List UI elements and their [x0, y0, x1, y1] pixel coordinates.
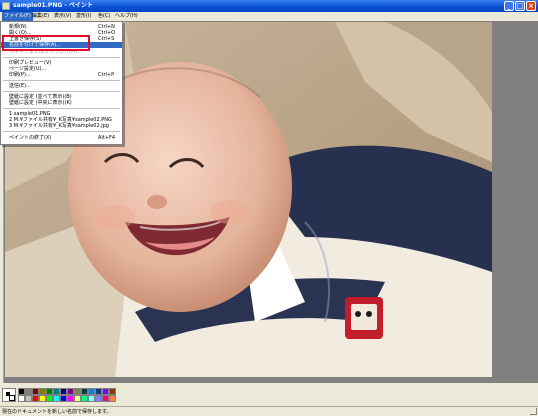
- current-colors[interactable]: [2, 388, 16, 402]
- color-swatch[interactable]: [109, 388, 116, 395]
- menu-file[interactable]: ファイル(F): [2, 12, 33, 21]
- color-swatch[interactable]: [95, 395, 102, 402]
- color-swatch[interactable]: [109, 395, 116, 402]
- menu-edit[interactable]: 編集(E): [30, 12, 51, 21]
- color-swatch[interactable]: [95, 388, 102, 395]
- menu-bar: ファイル(F) 編集(E) 表示(V) 変形(I) 色(C) ヘルプ(H): [0, 12, 538, 21]
- color-swatch[interactable]: [46, 388, 53, 395]
- menu-item-print[interactable]: 印刷(P)... Ctrl+P: [1, 72, 122, 78]
- color-swatch[interactable]: [60, 395, 67, 402]
- status-bar: 現在のドキュメントを新しい名前で保存します。: [0, 406, 538, 416]
- color-swatches: [18, 388, 128, 402]
- color-swatch[interactable]: [81, 395, 88, 402]
- title-bar[interactable]: sample01.PNG - ペイント _ □ ×: [0, 0, 538, 12]
- color-swatch[interactable]: [53, 395, 60, 402]
- annotation-highlight-box: [2, 35, 90, 51]
- menu-colors[interactable]: 色(C): [96, 12, 112, 21]
- background-color[interactable]: [9, 395, 15, 401]
- menu-help[interactable]: ヘルプ(H): [113, 12, 140, 21]
- color-swatch[interactable]: [74, 388, 81, 395]
- color-swatch[interactable]: [60, 388, 67, 395]
- color-swatch[interactable]: [25, 388, 32, 395]
- menu-image[interactable]: 変形(I): [74, 12, 93, 21]
- color-swatch[interactable]: [67, 395, 74, 402]
- menu-separator: [3, 131, 120, 132]
- color-swatch[interactable]: [46, 395, 53, 402]
- menu-separator: [3, 108, 120, 109]
- menu-item-send-label: 送信(E)...: [9, 83, 31, 89]
- menu-item-wallpaper-center[interactable]: 壁紙に設定 (中央に表示)(K): [1, 100, 122, 106]
- color-swatch[interactable]: [39, 395, 46, 402]
- paint-app-icon[interactable]: [2, 2, 10, 10]
- close-button[interactable]: ×: [526, 1, 536, 11]
- menu-item-wallpaper-center-label: 壁紙に設定 (中央に表示)(K): [9, 100, 72, 106]
- color-swatch[interactable]: [53, 388, 60, 395]
- menu-item-print-label: 印刷(P)...: [9, 72, 31, 78]
- color-swatch[interactable]: [102, 395, 109, 402]
- color-swatch[interactable]: [67, 388, 74, 395]
- color-swatch[interactable]: [88, 388, 95, 395]
- color-swatch[interactable]: [18, 395, 25, 402]
- menu-separator: [3, 57, 120, 58]
- color-swatch[interactable]: [102, 388, 109, 395]
- color-swatch[interactable]: [25, 395, 32, 402]
- menu-item-send[interactable]: 送信(E)...: [1, 83, 122, 89]
- color-swatch[interactable]: [18, 388, 25, 395]
- color-swatch[interactable]: [32, 395, 39, 402]
- menu-item-recent-3-label: 3 M:¥ファイル共有¥_K写真¥sample02.jpg: [9, 123, 109, 129]
- menu-separator: [3, 91, 120, 92]
- menu-view[interactable]: 表示(V): [52, 12, 73, 21]
- menu-item-recent-3[interactable]: 3 M:¥ファイル共有¥_K写真¥sample02.jpg: [1, 123, 122, 129]
- window-title: sample01.PNG - ペイント: [13, 2, 93, 9]
- resize-grip-icon[interactable]: [530, 408, 537, 415]
- status-text: 現在のドキュメントを新しい名前で保存します。: [2, 409, 112, 415]
- minimize-button[interactable]: _: [504, 1, 514, 11]
- menu-item-print-shortcut: Ctrl+P: [98, 72, 115, 78]
- color-swatch[interactable]: [32, 388, 39, 395]
- menu-item-exit-shortcut: Alt+F4: [98, 135, 116, 141]
- color-swatch[interactable]: [74, 395, 81, 402]
- maximize-button[interactable]: □: [515, 1, 525, 11]
- color-box: [0, 384, 538, 406]
- menu-item-exit-label: ペイントの終了(X): [9, 135, 52, 141]
- menu-separator: [3, 80, 120, 81]
- color-swatch[interactable]: [88, 395, 95, 402]
- color-swatch[interactable]: [81, 388, 88, 395]
- color-swatch[interactable]: [39, 388, 46, 395]
- menu-item-exit[interactable]: ペイントの終了(X) Alt+F4: [1, 135, 122, 141]
